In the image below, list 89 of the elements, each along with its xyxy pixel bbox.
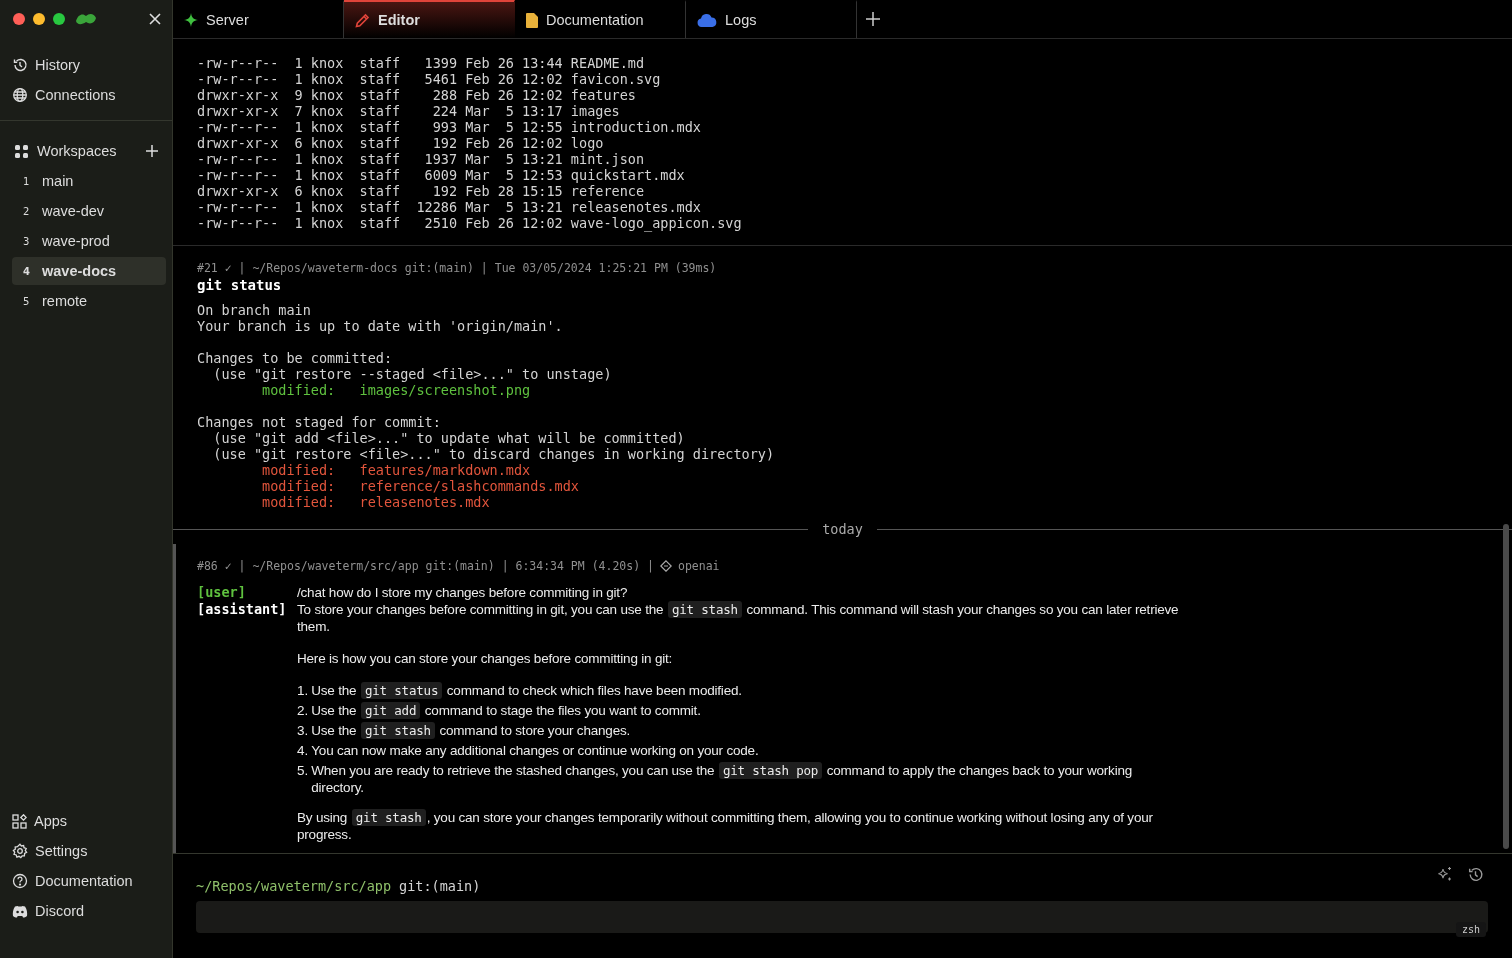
sidebar-item[interactable]: Documentation <box>12 870 160 892</box>
output-line: -rw-r--r-- 1 knox staff 1399 Feb 26 13:44 README.md <box>197 55 646 71</box>
scrollbar[interactable] <box>1503 524 1509 849</box>
settings-icon <box>12 843 28 859</box>
list-number: 3. <box>297 722 309 739</box>
role-label: [assistant] <box>197 601 288 619</box>
output-line: -rw-r--r-- 1 knox staff 1937 Mar 5 13:21 mint.json <box>197 151 646 167</box>
sidebar-item[interactable]: Discord <box>12 900 160 922</box>
help-icon <box>12 873 28 889</box>
sidebar-item[interactable]: History <box>12 54 160 76</box>
window-maximize-control[interactable] <box>53 13 65 25</box>
model-name: openai <box>677 558 720 574</box>
output-line: (use "git restore <file>..." to discard changes in working directory) <box>212 446 776 462</box>
output-line: drwxr-xr-x 9 knox staff 288 Feb 26 12:02 features <box>197 87 637 103</box>
output-line: On branch main <box>197 302 312 318</box>
inline-code: git stash <box>667 601 742 618</box>
inline-code: git stash <box>351 809 426 826</box>
list-number: 4. <box>297 742 309 759</box>
date-separator: today <box>822 521 863 537</box>
add-tab-icon[interactable] <box>866 12 880 26</box>
message-text: To store your changes before committing in git, you can use the git stash command. This command will stash your changes so you can later retrieve them. <box>297 601 1180 635</box>
list-item-text: Use the git stash command to store your changes. <box>311 722 631 739</box>
command-header: #21 ✓ | ~/Repos/waveterm-docs git:(main) | Tue 03/05/2024 1:25:21 PM (39ms) <box>197 260 718 276</box>
close-icon[interactable] <box>148 12 162 26</box>
diamond-icon <box>659 560 672 572</box>
list-item-text: You can now make any additional changes or continue working on your code. <box>311 742 759 759</box>
prompt-branch: git:(main) <box>399 878 481 894</box>
output-line: modified: releasenotes.mdx <box>261 494 491 510</box>
output-line: (use "git restore --staged <file>..." to unstage) <box>212 366 613 382</box>
globe-icon <box>12 87 28 103</box>
output-line: -rw-r--r-- 1 knox staff 993 Mar 5 12:55 introduction.mdx <box>197 119 702 135</box>
output-line: -rw-r--r-- 1 knox staff 5461 Feb 26 12:02 favicon.svg <box>197 71 662 87</box>
workspace-item[interactable]: 5 remote <box>12 287 166 315</box>
sidebar-item[interactable]: Apps <box>12 810 160 832</box>
inline-code: git status <box>360 682 443 699</box>
tab[interactable]: Logs <box>686 0 857 38</box>
history-icon[interactable] <box>1467 866 1484 883</box>
cloud-icon <box>697 13 717 27</box>
output-line: Changes to be committed: <box>197 350 394 366</box>
add-icon[interactable] <box>146 145 158 157</box>
role-label: [user] <box>197 584 247 601</box>
grid-icon <box>15 144 28 158</box>
output-line: modified: features/markdown.mdx <box>261 462 532 478</box>
workspaces-heading: Workspaces <box>37 143 117 159</box>
sidebar-item[interactable]: Settings <box>12 840 160 862</box>
tab[interactable]: Documentation <box>515 0 686 38</box>
tab[interactable]: Editor <box>344 0 515 38</box>
message-text: /chat how do I store my changes before commiting in git? <box>297 584 629 601</box>
output-line: -rw-r--r-- 1 knox staff 2510 Feb 26 12:02 wave-logo_appicon.svg <box>197 215 743 231</box>
output-line: Changes not staged for commit: <box>197 414 442 430</box>
workspace-item[interactable]: 3 wave-prod <box>12 227 166 255</box>
command-header: #86 ✓ | ~/Repos/waveterm/src/app git:(main) | 6:34:34 PM (4.20s) | <box>197 558 654 574</box>
output-line: drwxr-xr-x 6 knox staff 192 Feb 26 12:02 logo <box>197 135 605 151</box>
sparkle-icon[interactable] <box>1437 866 1453 882</box>
list-number: 5. <box>297 762 309 780</box>
output-line: modified: reference/slashcommands.mdx <box>261 478 580 494</box>
message-text: Here is how you can store your changes before committing in git: <box>297 650 674 667</box>
output-line: (use "git add <file>..." to update what will be committed) <box>212 430 686 446</box>
list-number: 1. <box>297 682 309 699</box>
shell-badge: zsh <box>1455 922 1486 937</box>
sidebar-item[interactable]: Connections <box>12 84 160 106</box>
output-line: -rw-r--r-- 1 knox staff 6009 Mar 5 12:53 quickstart.mdx <box>197 167 686 183</box>
pencil-icon <box>355 12 370 28</box>
sparkle-icon <box>184 13 198 27</box>
output-line: modified: images/screenshot.png <box>261 382 532 398</box>
output-line: -rw-r--r-- 1 knox staff 12286 Mar 5 13:21 releasenotes.mdx <box>197 199 702 215</box>
list-item-text: Use the git add command to stage the files you want to commit. <box>311 702 701 719</box>
apps-icon <box>12 813 27 829</box>
history-icon <box>12 57 28 73</box>
command-text: git status <box>197 276 283 294</box>
workspace-item[interactable]: 2 wave-dev <box>12 197 166 225</box>
file-icon <box>526 12 538 28</box>
message-text: By using git stash , you can store your changes temporarily without committing them, allowing you to continue working without losing any of your progress. <box>297 809 1154 843</box>
logo-icon <box>75 12 97 26</box>
prompt-path: ~/Repos/waveterm/src/app <box>196 878 392 894</box>
window-minimize-control[interactable] <box>33 13 45 25</box>
workspace-item[interactable]: 4 wave-docs <box>12 257 166 285</box>
output-line: drwxr-xr-x 7 knox staff 224 Mar 5 13:17 images <box>197 103 621 119</box>
list-item-text: When you are ready to retrieve the stashed changes, you can use the git stash pop command to apply the changes back to your working directory. <box>311 762 1134 796</box>
window-close-control[interactable] <box>13 13 25 25</box>
inline-code: git add <box>360 702 421 719</box>
list-number: 2. <box>297 702 309 719</box>
inline-code: git stash pop <box>718 762 823 779</box>
list-item-text: Use the git status command to check which files have been modified. <box>311 682 742 699</box>
workspace-item[interactable]: 1 main <box>12 167 166 195</box>
inline-code: git stash <box>360 722 435 739</box>
output-line: Your branch is up to date with 'origin/main'. <box>197 318 564 334</box>
output-line: drwxr-xr-x 6 knox staff 192 Feb 28 15:15 reference <box>197 183 646 199</box>
gamepad-icon <box>12 904 28 918</box>
